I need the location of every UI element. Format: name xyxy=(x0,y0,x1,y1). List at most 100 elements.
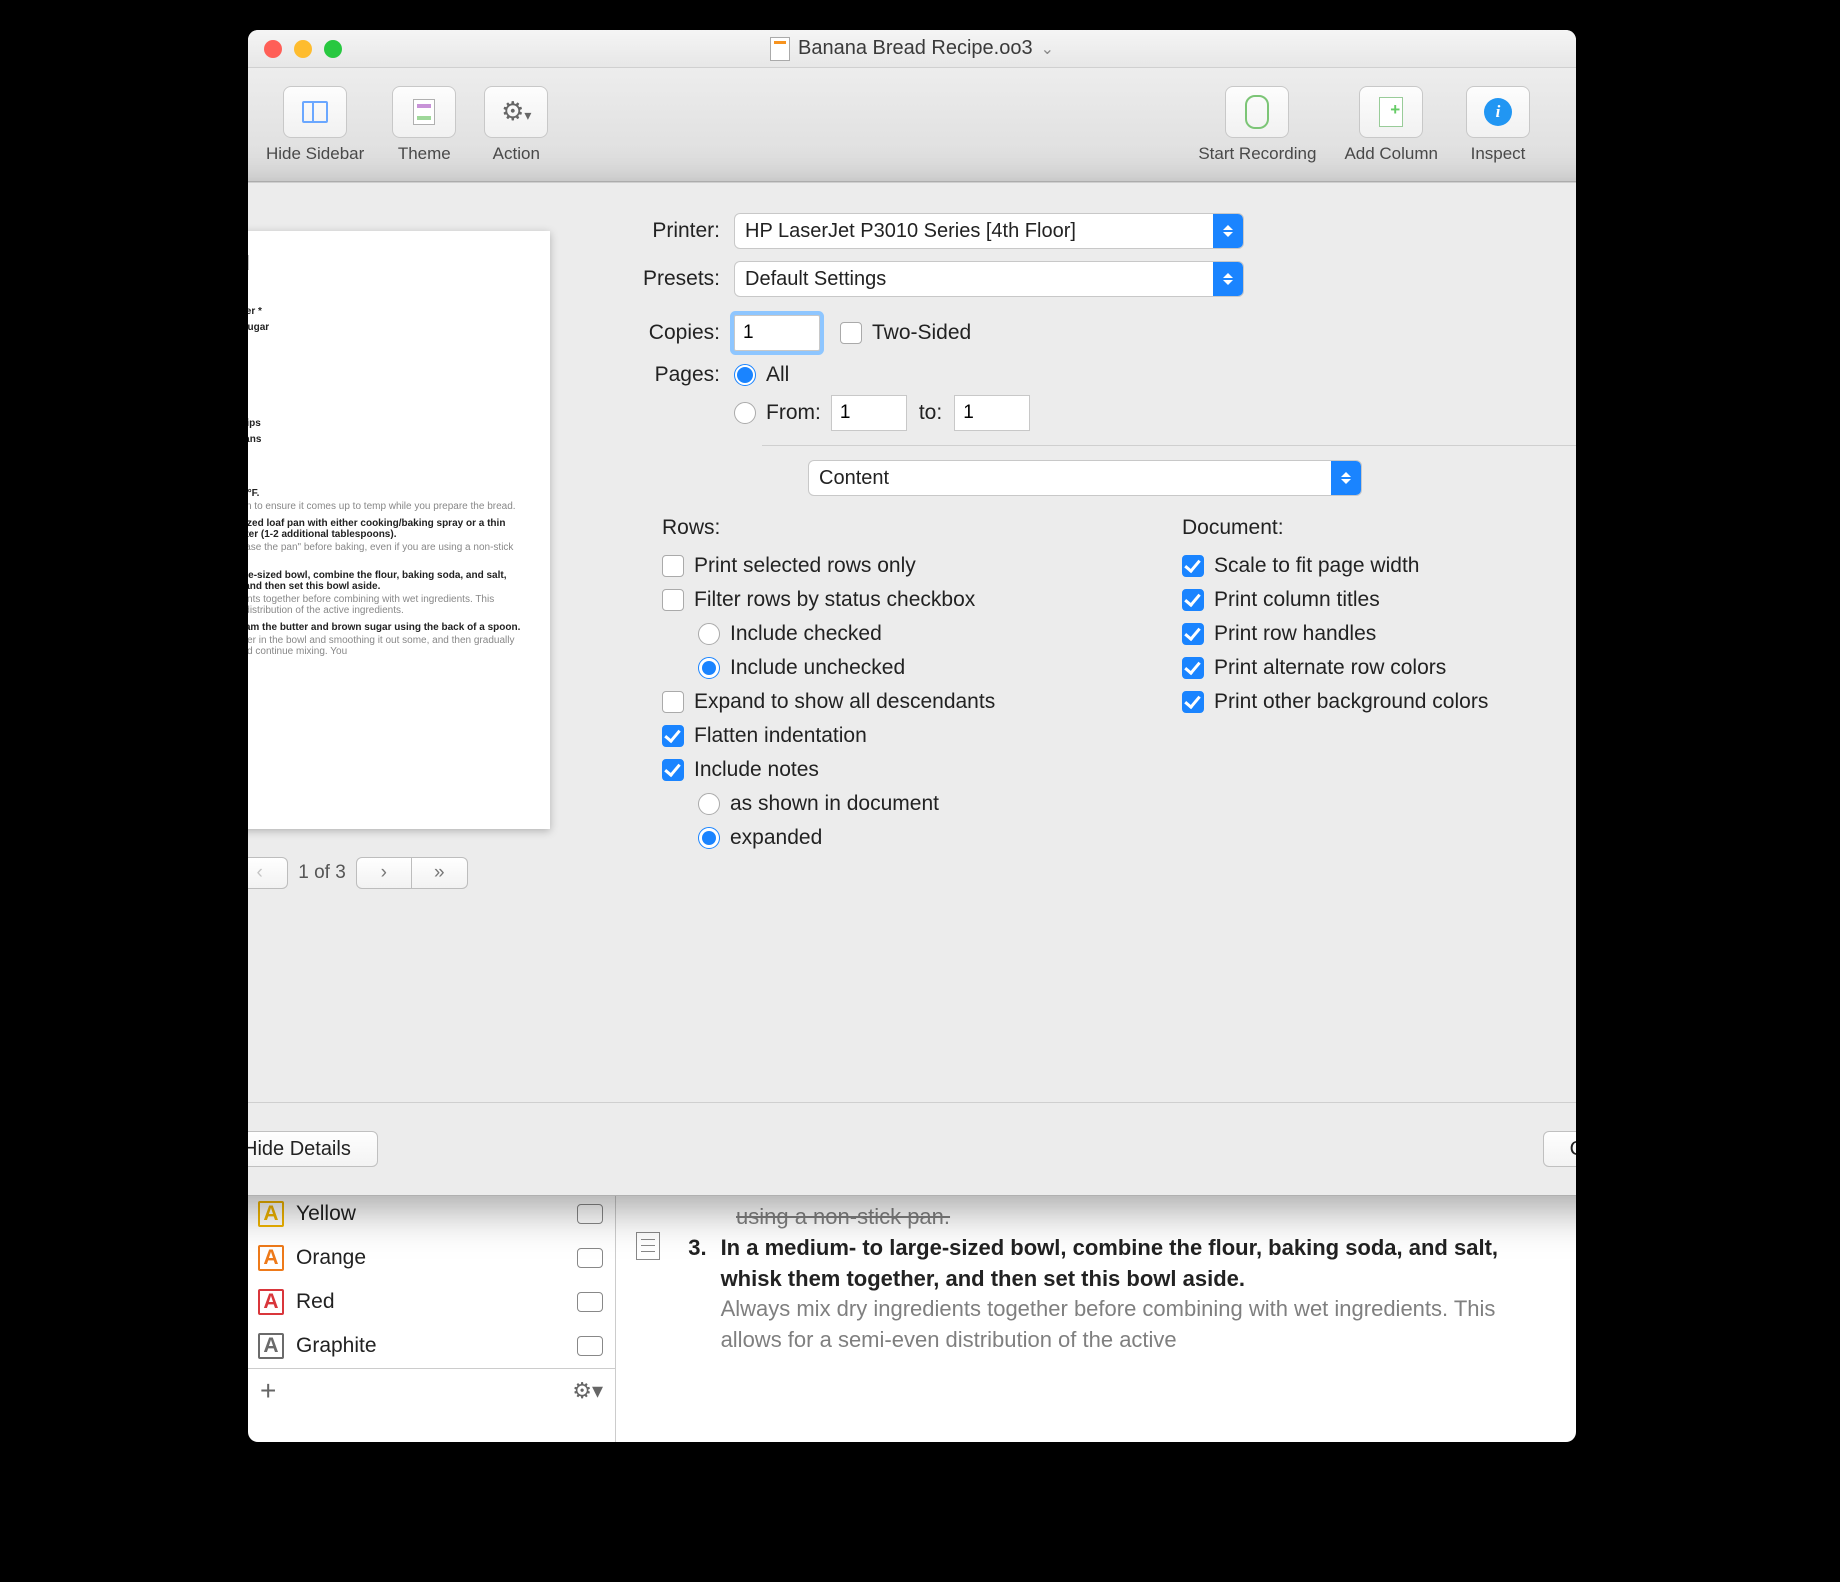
print-row-handles-label: Print row handles xyxy=(1214,622,1376,646)
start-recording-label: Start Recording xyxy=(1198,144,1316,164)
pages-from-label: From: xyxy=(766,401,821,425)
window-title: Banana Bread Recipe.oo3 xyxy=(798,37,1033,60)
notes-expanded-radio[interactable] xyxy=(698,827,720,849)
include-checked-label: Include checked xyxy=(730,622,882,646)
print-other-bg-checkbox[interactable] xyxy=(1182,691,1204,713)
window-minimize-button[interactable] xyxy=(294,40,312,58)
print-column-titles-label: Print column titles xyxy=(1214,588,1380,612)
print-pane-select[interactable]: Content xyxy=(808,460,1362,496)
preview-prev-page-button[interactable]: ‹ xyxy=(248,857,288,889)
expand-descendants-label: Expand to show all descendants xyxy=(694,690,995,714)
action-button[interactable]: ⚙︎▾ xyxy=(484,86,548,138)
tag-status-checkbox[interactable] xyxy=(577,1292,603,1312)
flatten-indentation-label: Flatten indentation xyxy=(694,724,867,748)
printer-value: HP LaserJet P3010 Series [4th Floor] xyxy=(745,220,1076,243)
pages-all-label: All xyxy=(766,363,789,387)
tag-name[interactable]: Orange xyxy=(296,1246,366,1270)
select-arrows-icon xyxy=(1331,461,1361,495)
print-pane-value: Content xyxy=(819,467,889,490)
presets-select[interactable]: Default Settings xyxy=(734,261,1244,297)
start-recording-button[interactable] xyxy=(1225,86,1289,138)
window-zoom-button[interactable] xyxy=(324,40,342,58)
bg-step-number: 3. xyxy=(680,1233,721,1356)
expand-descendants-checkbox[interactable] xyxy=(662,691,684,713)
tag-status-checkbox[interactable] xyxy=(577,1336,603,1356)
presets-label: Presets: xyxy=(622,267,734,291)
notes-as-shown-radio[interactable] xyxy=(698,793,720,815)
preview-ingredients-header: Ingredients xyxy=(248,286,522,300)
notes-as-shown-label: as shown in document xyxy=(730,792,939,816)
tag-status-checkbox[interactable] xyxy=(577,1204,603,1224)
scale-fit-label: Scale to fit page width xyxy=(1214,554,1419,578)
bg-prev-note: using a non-stick pan. xyxy=(680,1202,1548,1233)
pages-to-label: to: xyxy=(919,401,942,425)
pages-to-input[interactable] xyxy=(954,395,1030,431)
print-selected-rows-checkbox[interactable] xyxy=(662,555,684,577)
add-tag-button[interactable]: + xyxy=(260,1375,276,1407)
print-row-handles-checkbox[interactable] xyxy=(1182,623,1204,645)
print-dialog-sheet: Banana Bread Ingredients 8 Tbsp unsalted… xyxy=(248,182,1576,1196)
note-icon[interactable] xyxy=(636,1232,660,1260)
pages-from-radio[interactable] xyxy=(734,402,756,424)
theme-icon xyxy=(413,99,435,125)
sidebar-icon xyxy=(302,101,328,123)
presets-value: Default Settings xyxy=(745,268,886,291)
document-heading: Document: xyxy=(1182,516,1576,540)
hide-sidebar-label: Hide Sidebar xyxy=(266,144,364,164)
microphone-icon xyxy=(1245,95,1269,129)
preview-room-temp: * (at room temperature) xyxy=(248,450,522,460)
preview-next-page-button[interactable]: › xyxy=(356,857,412,889)
add-column-label: Add Column xyxy=(1344,144,1438,164)
theme-button[interactable] xyxy=(392,86,456,138)
document-icon xyxy=(770,37,790,61)
preview-last-page-button[interactable]: » xyxy=(412,857,468,889)
preview-title: Banana Bread xyxy=(248,253,522,276)
pages-label: Pages: xyxy=(622,363,734,387)
add-column-button[interactable] xyxy=(1359,86,1423,138)
preview-directions-header: Directions xyxy=(248,468,522,482)
select-arrows-icon xyxy=(1213,262,1243,296)
info-icon: i xyxy=(1484,98,1512,126)
window-close-button[interactable] xyxy=(264,40,282,58)
gear-icon: ⚙︎▾ xyxy=(501,96,531,127)
printer-label: Printer: xyxy=(622,219,734,243)
tag-name[interactable]: Red xyxy=(296,1290,335,1314)
printer-select[interactable]: HP LaserJet P3010 Series [4th Floor] xyxy=(734,213,1244,249)
tag-name[interactable]: Yellow xyxy=(296,1202,356,1226)
cancel-button[interactable]: Cancel xyxy=(1543,1131,1576,1167)
title-dropdown-chevron-icon[interactable]: ⌄ xyxy=(1041,39,1054,59)
include-notes-label: Include notes xyxy=(694,758,819,782)
bg-step-note: Always mix dry ingredients together befo… xyxy=(721,1296,1496,1352)
copies-input[interactable] xyxy=(734,315,820,351)
notes-expanded-label: expanded xyxy=(730,826,822,850)
tag-name[interactable]: Graphite xyxy=(296,1334,377,1358)
tag-swatch: A xyxy=(258,1201,284,1227)
tag-status-checkbox[interactable] xyxy=(577,1248,603,1268)
hide-sidebar-button[interactable] xyxy=(283,86,347,138)
include-notes-checkbox[interactable] xyxy=(662,759,684,781)
select-arrows-icon xyxy=(1213,214,1243,248)
tag-swatch: A xyxy=(258,1333,284,1359)
two-sided-checkbox[interactable] xyxy=(840,322,862,344)
print-alt-colors-label: Print alternate row colors xyxy=(1214,656,1446,680)
filter-status-checkbox[interactable] xyxy=(662,589,684,611)
rows-heading: Rows: xyxy=(662,516,1122,540)
flatten-indentation-checkbox[interactable] xyxy=(662,725,684,747)
bg-step-title: In a medium- to large-sized bowl, combin… xyxy=(721,1235,1498,1291)
pages-from-input[interactable] xyxy=(831,395,907,431)
print-column-titles-checkbox[interactable] xyxy=(1182,589,1204,611)
include-unchecked-radio[interactable] xyxy=(698,657,720,679)
hide-details-button[interactable]: Hide Details xyxy=(248,1131,378,1167)
theme-label: Theme xyxy=(398,144,451,164)
include-checked-radio[interactable] xyxy=(698,623,720,645)
print-other-bg-label: Print other background colors xyxy=(1214,690,1488,714)
print-alt-colors-checkbox[interactable] xyxy=(1182,657,1204,679)
print-preview-page: Banana Bread Ingredients 8 Tbsp unsalted… xyxy=(248,231,550,829)
inspect-button[interactable]: i xyxy=(1466,86,1530,138)
sidebar-gear-menu[interactable]: ⚙︎▾ xyxy=(572,1378,603,1404)
scale-fit-checkbox[interactable] xyxy=(1182,555,1204,577)
filter-status-label: Filter rows by status checkbox xyxy=(694,588,975,612)
preview-page-indicator: 1 of 3 xyxy=(298,862,346,884)
copies-label: Copies: xyxy=(622,321,734,345)
pages-all-radio[interactable] xyxy=(734,364,756,386)
